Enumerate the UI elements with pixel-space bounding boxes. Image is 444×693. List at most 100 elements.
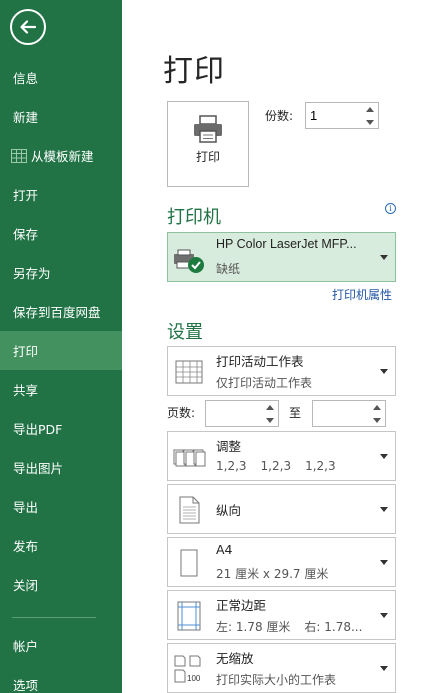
sidebar-nav: 信息 新建 从模板新建 打开 保存 另存为 保存到百度网盘 打印 共享 导出PD… xyxy=(0,58,122,604)
sidebar-item-share[interactable]: 共享 xyxy=(0,370,122,409)
sidebar-item-label: 信息 xyxy=(13,71,39,86)
pages-label: 页数: xyxy=(167,406,196,420)
sidebar-item-label: 关闭 xyxy=(13,578,39,593)
sidebar-item-export-pdf[interactable]: 导出PDF xyxy=(0,409,122,448)
portrait-page-icon xyxy=(179,496,200,524)
copies-spinner[interactable] xyxy=(364,105,376,127)
arrow-left-icon xyxy=(20,20,37,34)
pages-to-stepper[interactable] xyxy=(312,400,386,427)
chevron-down-icon xyxy=(380,369,388,374)
margins-select[interactable]: 正常边距 左: 1.78 厘米 右: 1.78... xyxy=(167,590,396,640)
printer-status: 缺纸 xyxy=(216,262,241,276)
margin-right-value: 右: 1.78... xyxy=(304,620,363,634)
sidebar-item-save-to-baidu[interactable]: 保存到百度网盘 xyxy=(0,292,122,331)
paper-size-title: A4 xyxy=(216,542,233,557)
paper-size-icon xyxy=(180,549,198,577)
increment-icon[interactable] xyxy=(266,405,274,410)
printer-name: HP Color LaserJet MFP... xyxy=(216,237,357,251)
collate-title: 调整 xyxy=(216,439,242,454)
collate-values: 1,2,3 1,2,3 1,2,3 xyxy=(216,459,350,473)
increment-icon[interactable] xyxy=(366,107,374,112)
pages-from-input[interactable] xyxy=(206,401,262,426)
printer-properties-link[interactable]: 打印机属性 xyxy=(332,286,392,303)
pages-to-label: 至 xyxy=(289,406,302,420)
copies-input[interactable] xyxy=(306,103,362,128)
increment-icon[interactable] xyxy=(373,405,381,410)
sidebar-item-label: 另存为 xyxy=(13,266,51,281)
sidebar-item-label: 从模板新建 xyxy=(31,149,94,164)
sidebar-divider xyxy=(12,617,96,618)
paper-size-dimensions: 21 厘米 x 29.7 厘米 xyxy=(216,567,329,581)
sidebar-item-label: 帐户 xyxy=(13,639,39,654)
sidebar-item-label: 保存到百度网盘 xyxy=(13,305,101,320)
print-what-select[interactable]: 打印活动工作表 仅打印活动工作表 xyxy=(167,346,396,396)
chevron-down-icon xyxy=(380,560,388,565)
print-what-title: 打印活动工作表 xyxy=(216,354,304,369)
sidebar-item-publish[interactable]: 发布 xyxy=(0,526,122,565)
paper-size-select[interactable]: A4 21 厘米 x 29.7 厘米 xyxy=(167,537,396,587)
sidebar-item-save[interactable]: 保存 xyxy=(0,214,122,253)
pages-to-input[interactable] xyxy=(313,401,369,426)
sidebar-item-account[interactable]: 帐户 xyxy=(0,626,122,665)
sidebar-item-label: 导出图片 xyxy=(13,461,64,476)
sidebar-item-export[interactable]: 导出 xyxy=(0,487,122,526)
sidebar-item-label: 共享 xyxy=(13,383,39,398)
orientation-select[interactable]: 纵向 xyxy=(167,484,396,534)
sidebar-item-close[interactable]: 关闭 xyxy=(0,565,122,604)
scaling-subtitle: 打印实际大小的工作表 xyxy=(216,673,337,687)
copies-stepper[interactable] xyxy=(305,102,379,129)
margins-values: 左: 1.78 厘米 右: 1.78... xyxy=(216,618,376,635)
print-button-label: 打印 xyxy=(195,150,220,164)
decrement-icon[interactable] xyxy=(373,418,381,423)
sidebar-item-save-as[interactable]: 另存为 xyxy=(0,253,122,292)
sidebar-item-label: 选项 xyxy=(13,678,39,693)
margins-title: 正常边距 xyxy=(216,598,267,613)
scaling-title: 无缩放 xyxy=(216,651,254,666)
sidebar-item-label: 导出 xyxy=(13,500,39,515)
page-title: 打印 xyxy=(163,54,225,89)
sidebar-item-label: 新建 xyxy=(13,110,39,125)
sidebar-item-options[interactable]: 选项 xyxy=(0,665,122,693)
worksheet-icon xyxy=(175,360,203,384)
collate-value: 1,2,3 xyxy=(260,459,292,473)
printer-section-title: 打印机 xyxy=(167,207,221,228)
margins-icon xyxy=(177,601,201,631)
sidebar-item-info[interactable]: 信息 xyxy=(0,58,122,97)
print-panel: 打印 打印 份数: 打印机 i HP Color LaserJet MFP...… xyxy=(122,0,444,693)
orientation-title: 纵向 xyxy=(216,503,242,518)
sidebar-bottom-nav: 帐户 选项 xyxy=(0,626,122,693)
decrement-icon[interactable] xyxy=(366,120,374,125)
print-button[interactable]: 打印 xyxy=(167,101,249,187)
chevron-down-icon xyxy=(380,255,388,260)
sidebar-item-new-from-template[interactable]: 从模板新建 xyxy=(0,136,122,175)
pages-from-spinner[interactable] xyxy=(264,403,276,425)
chevron-down-icon xyxy=(380,613,388,618)
scaling-icon-text: 100 xyxy=(187,674,201,683)
sidebar-item-new[interactable]: 新建 xyxy=(0,97,122,136)
collate-select[interactable]: 调整 1,2,3 1,2,3 1,2,3 xyxy=(167,431,396,481)
collated-pages-icon xyxy=(173,449,206,467)
printer-ready-icon xyxy=(174,249,204,273)
print-what-subtitle: 仅打印活动工作表 xyxy=(216,376,313,390)
chevron-down-icon xyxy=(380,666,388,671)
template-grid-icon xyxy=(11,148,27,163)
info-icon[interactable]: i xyxy=(385,203,396,214)
settings-section-title: 设置 xyxy=(167,322,203,343)
no-scaling-icon: 100 xyxy=(174,655,201,683)
pages-from-stepper[interactable] xyxy=(205,400,279,427)
scaling-select[interactable]: 100 无缩放 打印实际大小的工作表 xyxy=(167,643,396,693)
sidebar-item-export-image[interactable]: 导出图片 xyxy=(0,448,122,487)
sidebar-item-label: 打开 xyxy=(13,188,39,203)
chevron-down-icon xyxy=(380,454,388,459)
pages-to-spinner[interactable] xyxy=(371,403,383,425)
sidebar-item-label: 保存 xyxy=(13,227,39,242)
sidebar-item-label: 导出PDF xyxy=(13,422,63,437)
sidebar-item-label: 发布 xyxy=(13,539,39,554)
sidebar-item-label: 打印 xyxy=(13,344,39,359)
back-button[interactable] xyxy=(10,9,46,45)
sidebar-item-open[interactable]: 打开 xyxy=(0,175,122,214)
sidebar-item-print[interactable]: 打印 xyxy=(0,331,122,370)
chevron-down-icon xyxy=(380,507,388,512)
printer-select[interactable]: HP Color LaserJet MFP... 缺纸 xyxy=(167,232,396,282)
decrement-icon[interactable] xyxy=(266,418,274,423)
